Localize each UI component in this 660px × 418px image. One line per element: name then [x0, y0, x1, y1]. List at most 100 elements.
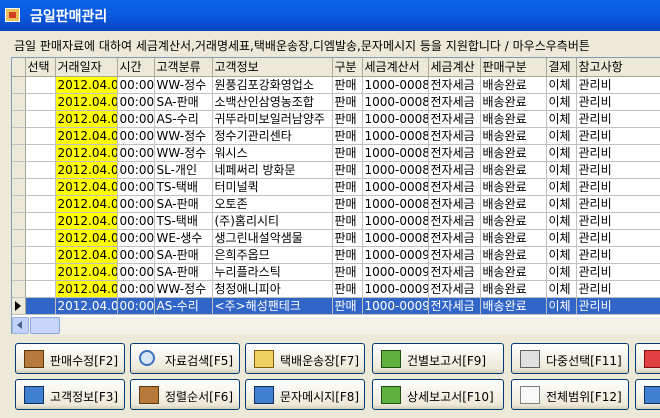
- table-cell[interactable]: 2012.04.05: [55, 297, 118, 315]
- table-cell[interactable]: 전자세금: [428, 161, 481, 179]
- sort-order-button[interactable]: 정렬순서[F6]: [130, 379, 240, 410]
- table-cell[interactable]: 정수기관리센타: [212, 127, 333, 145]
- table-cell[interactable]: 1000-00090: [362, 246, 429, 264]
- table-cell[interactable]: 판매: [332, 93, 363, 111]
- table-cell[interactable]: SA-판매: [154, 246, 213, 264]
- table-cell[interactable]: 전자세금: [428, 297, 481, 315]
- table-row[interactable]: 2012.04.0500:00SA-판매오토존판매1000-00087전자세금배…: [12, 195, 660, 213]
- table-cell[interactable]: SA-판매: [154, 93, 213, 111]
- table-cell[interactable]: 배송완료: [480, 280, 547, 298]
- table-cell[interactable]: 1000-00080: [362, 76, 429, 94]
- sales-grid[interactable]: 선택 거래일자 시간 고객분류 고객정보 구분 세금계산서 세금계산 판매구분 …: [11, 57, 660, 317]
- table-cell[interactable]: 판매: [332, 263, 363, 281]
- table-cell[interactable]: 이체: [546, 297, 577, 315]
- column-header[interactable]: 거래일자: [55, 58, 118, 77]
- table-cell[interactable]: 1000-00081: [362, 93, 429, 111]
- table-cell[interactable]: [25, 297, 56, 315]
- table-cell[interactable]: 2012.04.05: [55, 195, 118, 213]
- table-cell[interactable]: 2012.04.05: [55, 263, 118, 281]
- table-cell[interactable]: 1000-00091: [362, 263, 429, 281]
- table-cell[interactable]: 1000-00083: [362, 127, 429, 145]
- table-cell[interactable]: 전자세금: [428, 212, 481, 230]
- table-cell[interactable]: 00:00: [117, 144, 155, 162]
- table-cell[interactable]: 2012.04.05: [55, 246, 118, 264]
- table-cell[interactable]: <주>해성팬테크: [212, 297, 333, 315]
- row-indicator[interactable]: [12, 297, 26, 315]
- table-row[interactable]: 2012.04.0500:00AS-수리귀뚜라미보일러남양주판매1000-000…: [12, 110, 660, 128]
- table-cell[interactable]: 이체: [546, 144, 577, 162]
- edit-sale-button[interactable]: 판매수정[F2]: [15, 343, 125, 374]
- table-cell[interactable]: 판매: [332, 76, 363, 94]
- table-cell[interactable]: 소백산인삼영농조합: [212, 93, 333, 111]
- table-cell[interactable]: 이체: [546, 93, 577, 111]
- table-cell[interactable]: 이체: [546, 246, 577, 264]
- table-cell[interactable]: 1000-00085: [362, 161, 429, 179]
- row-indicator[interactable]: [12, 263, 26, 281]
- column-header[interactable]: 세금계산: [428, 58, 481, 77]
- column-header[interactable]: 세금계산서: [362, 58, 429, 77]
- table-cell[interactable]: 전자세금: [428, 229, 481, 247]
- table-cell[interactable]: 2012.04.05: [55, 212, 118, 230]
- table-cell[interactable]: 판매: [332, 280, 363, 298]
- table-cell[interactable]: WE-생수: [154, 229, 213, 247]
- row-indicator[interactable]: [12, 246, 26, 264]
- detail-report-button[interactable]: 상세보고서[F10]: [372, 379, 504, 410]
- table-row[interactable]: 2012.04.0500:00SA-판매누리플라스틱판매1000-00091전자…: [12, 263, 660, 281]
- table-cell[interactable]: 00:00: [117, 195, 155, 213]
- table-cell[interactable]: 00:00: [117, 161, 155, 179]
- table-cell[interactable]: WW-정수: [154, 280, 213, 298]
- table-cell[interactable]: 이체: [546, 195, 577, 213]
- table-row[interactable]: 2012.04.0500:00WW-정수워시스판매1000-00084전자세금배…: [12, 144, 660, 162]
- table-cell[interactable]: 판매: [332, 144, 363, 162]
- table-cell[interactable]: 이체: [546, 161, 577, 179]
- row-indicator[interactable]: [12, 161, 26, 179]
- table-cell[interactable]: 1000-00093: [362, 297, 429, 315]
- table-cell[interactable]: 배송완료: [480, 212, 547, 230]
- table-cell[interactable]: 00:00: [117, 280, 155, 298]
- table-cell[interactable]: WW-정수: [154, 127, 213, 145]
- search-data-button[interactable]: 자료검색[F5]: [130, 343, 240, 374]
- table-cell[interactable]: 1000-00092: [362, 280, 429, 298]
- table-cell[interactable]: 00:00: [117, 212, 155, 230]
- table-cell[interactable]: 00:00: [117, 110, 155, 128]
- table-cell[interactable]: (주)홈리시티: [212, 212, 333, 230]
- row-indicator[interactable]: [12, 178, 26, 196]
- table-cell[interactable]: WW-정수: [154, 144, 213, 162]
- table-cell[interactable]: 배송완료: [480, 178, 547, 196]
- table-row[interactable]: 2012.04.0500:00WW-정수청정애니피아판매1000-00092전자…: [12, 280, 660, 298]
- table-cell[interactable]: 전자세금: [428, 110, 481, 128]
- table-cell[interactable]: AS-수리: [154, 110, 213, 128]
- table-cell[interactable]: 판매: [332, 110, 363, 128]
- table-cell[interactable]: 2012.04.05: [55, 76, 118, 94]
- table-cell[interactable]: 전자세금: [428, 280, 481, 298]
- table-cell[interactable]: SL-개인: [154, 161, 213, 179]
- column-header[interactable]: 참고사항: [576, 58, 660, 77]
- table-cell[interactable]: 관리비: [576, 178, 660, 196]
- table-cell[interactable]: 생그린내설악샘물: [212, 229, 333, 247]
- table-cell[interactable]: 워시스: [212, 144, 333, 162]
- table-cell[interactable]: 1000-00089: [362, 229, 429, 247]
- item-report-button[interactable]: 건별보고서[F9]: [372, 343, 504, 374]
- table-row[interactable]: 2012.04.0500:00SA-판매은희주옵므판매1000-00090전자세…: [12, 246, 660, 264]
- table-cell[interactable]: 1000-00084: [362, 144, 429, 162]
- table-cell[interactable]: 판매: [332, 161, 363, 179]
- table-cell[interactable]: 관리비: [576, 161, 660, 179]
- table-cell[interactable]: 판매: [332, 297, 363, 315]
- table-row[interactable]: 2012.04.0500:00SA-판매소백산인삼영농조합판매1000-0008…: [12, 93, 660, 111]
- table-cell[interactable]: 관리비: [576, 110, 660, 128]
- table-cell[interactable]: 터미널퀵: [212, 178, 333, 196]
- table-cell[interactable]: 2012.04.05: [55, 110, 118, 128]
- table-cell[interactable]: 관리비: [576, 263, 660, 281]
- table-cell[interactable]: 귀뚜라미보일러남양주: [212, 110, 333, 128]
- table-cell[interactable]: 전자세금: [428, 263, 481, 281]
- table-cell[interactable]: 관리비: [576, 229, 660, 247]
- table-cell[interactable]: 2012.04.05: [55, 127, 118, 145]
- row-indicator[interactable]: [12, 212, 26, 230]
- table-cell[interactable]: 관리비: [576, 93, 660, 111]
- table-cell[interactable]: 1000-00086: [362, 178, 429, 196]
- row-indicator[interactable]: [12, 127, 26, 145]
- customer-info-button[interactable]: 고객정보[F3]: [15, 379, 125, 410]
- table-cell[interactable]: [25, 144, 56, 162]
- table-cell[interactable]: 청정애니피아: [212, 280, 333, 298]
- table-cell[interactable]: 전자세금: [428, 76, 481, 94]
